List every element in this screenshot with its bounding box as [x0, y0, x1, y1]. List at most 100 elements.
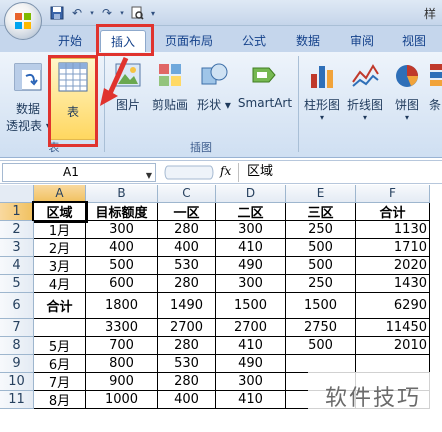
column-header-c[interactable]: C	[158, 185, 216, 203]
table-cell[interactable]: 二区	[216, 203, 286, 221]
table-cell[interactable]: 3月	[34, 257, 86, 275]
row-header[interactable]: 8	[0, 337, 34, 355]
table-cell[interactable]: 1500	[286, 293, 356, 319]
row-header[interactable]: 6	[0, 293, 34, 319]
tab-formulas[interactable]: 公式	[234, 30, 274, 53]
table-cell[interactable]: 300	[86, 221, 158, 239]
table-cell[interactable]: 6月	[34, 355, 86, 373]
table-cell[interactable]: 300	[216, 373, 286, 391]
row-header[interactable]: 7	[0, 319, 34, 337]
table-cell[interactable]: 1490	[158, 293, 216, 319]
table-cell[interactable]: 一区	[158, 203, 216, 221]
table-cell[interactable]: 1000	[86, 391, 158, 409]
table-cell[interactable]: 2020	[356, 257, 430, 275]
table-cell[interactable]: 6290	[356, 293, 430, 319]
tab-home[interactable]: 开始	[50, 30, 90, 53]
column-header-b[interactable]: B	[86, 185, 158, 203]
table-cell[interactable]: 3300	[86, 319, 158, 337]
table-cell[interactable]: 280	[158, 373, 216, 391]
table-cell[interactable]	[34, 319, 86, 337]
table-cell[interactable]: 2010	[356, 337, 430, 355]
table-cell[interactable]: 合计	[34, 293, 86, 319]
table-cell[interactable]: 500	[86, 257, 158, 275]
pie-chart-button[interactable]: 饼图 ▾	[388, 60, 426, 122]
row-header[interactable]: 3	[0, 239, 34, 257]
formula-input[interactable]: 区域	[238, 163, 440, 182]
table-cell[interactable]: 900	[86, 373, 158, 391]
table-cell[interactable]: 410	[216, 391, 286, 409]
column-header-d[interactable]: D	[216, 185, 286, 203]
table-cell[interactable]: 300	[216, 221, 286, 239]
tab-review[interactable]: 审阅	[342, 30, 382, 53]
bar-chart-button[interactable]: 条	[428, 60, 442, 113]
table-cell[interactable]: 1430	[356, 275, 430, 293]
column-header-e[interactable]: E	[286, 185, 356, 203]
insert-clipart-button[interactable]: 剪贴画	[148, 60, 192, 113]
redo-dropdown-icon[interactable]: ▾	[118, 4, 126, 22]
table-cell[interactable]: 1500	[216, 293, 286, 319]
name-box-dropdown-icon[interactable]: ▼	[146, 167, 152, 184]
table-cell[interactable]: 410	[216, 337, 286, 355]
office-button[interactable]	[4, 2, 42, 40]
table-cell[interactable]: 1710	[356, 239, 430, 257]
table-cell[interactable]: 530	[158, 355, 216, 373]
row-header[interactable]: 1	[0, 203, 34, 221]
table-cell[interactable]: 800	[86, 355, 158, 373]
undo-icon[interactable]: ↶	[68, 4, 86, 22]
insert-shapes-button[interactable]: 形状 ▾	[196, 60, 232, 113]
table-cell[interactable]: 1月	[34, 221, 86, 239]
table-cell[interactable]: 2700	[216, 319, 286, 337]
row-header[interactable]: 2	[0, 221, 34, 239]
table-cell[interactable]: 1800	[86, 293, 158, 319]
table-cell[interactable]: 400	[158, 239, 216, 257]
row-header[interactable]: 10	[0, 373, 34, 391]
table-cell[interactable]: 300	[216, 275, 286, 293]
table-cell[interactable]: 500	[286, 257, 356, 275]
table-cell[interactable]: 530	[158, 257, 216, 275]
table-cell[interactable]: 8月	[34, 391, 86, 409]
pivot-table-button[interactable]: 数据 透视表 ▾	[6, 62, 52, 134]
table-cell[interactable]: 700	[86, 337, 158, 355]
column-chart-button[interactable]: 柱形图 ▾	[302, 60, 342, 122]
table-cell[interactable]: 250	[286, 275, 356, 293]
customize-qat-icon[interactable]: ▾	[148, 4, 158, 22]
name-box[interactable]: A1 ▼	[2, 163, 156, 182]
table-cell[interactable]: 7月	[34, 373, 86, 391]
table-cell[interactable]: 280	[158, 337, 216, 355]
table-cell[interactable]: 2750	[286, 319, 356, 337]
row-header[interactable]: 5	[0, 275, 34, 293]
tab-data[interactable]: 数据	[288, 30, 328, 53]
table-cell[interactable]: 280	[158, 275, 216, 293]
select-all-corner[interactable]	[0, 185, 34, 203]
tab-page-layout[interactable]: 页面布局	[158, 30, 220, 53]
row-header[interactable]: 11	[0, 391, 34, 409]
table-cell[interactable]: 2月	[34, 239, 86, 257]
table-cell[interactable]	[286, 355, 356, 373]
table-cell[interactable]: 280	[158, 221, 216, 239]
column-header-a[interactable]: A	[34, 185, 86, 203]
tab-view[interactable]: 视图	[394, 30, 434, 53]
table-cell[interactable]: 400	[86, 239, 158, 257]
table-cell[interactable]: 500	[286, 239, 356, 257]
table-cell[interactable]: 合计	[356, 203, 430, 221]
column-header-f[interactable]: F	[356, 185, 430, 203]
table-cell[interactable]: 400	[158, 391, 216, 409]
save-icon[interactable]	[48, 4, 66, 22]
table-cell[interactable]: 11450	[356, 319, 430, 337]
table-cell[interactable]: 1130	[356, 221, 430, 239]
line-chart-button[interactable]: 折线图 ▾	[344, 60, 386, 122]
insert-smartart-button[interactable]: SmartArt	[236, 60, 294, 110]
table-cell[interactable]: 区域	[32, 201, 88, 223]
table-cell[interactable]: 500	[286, 337, 356, 355]
insert-function-button[interactable]: fx	[220, 164, 231, 178]
table-cell[interactable]: 三区	[286, 203, 356, 221]
formula-collapse-icon[interactable]	[164, 163, 214, 182]
table-cell[interactable]: 250	[286, 221, 356, 239]
row-header[interactable]: 4	[0, 257, 34, 275]
table-cell[interactable]: 600	[86, 275, 158, 293]
row-header[interactable]: 9	[0, 355, 34, 373]
table-cell[interactable]	[356, 355, 430, 373]
print-preview-icon[interactable]	[128, 4, 146, 22]
table-cell[interactable]: 目标额度	[86, 203, 158, 221]
table-cell[interactable]: 2700	[158, 319, 216, 337]
